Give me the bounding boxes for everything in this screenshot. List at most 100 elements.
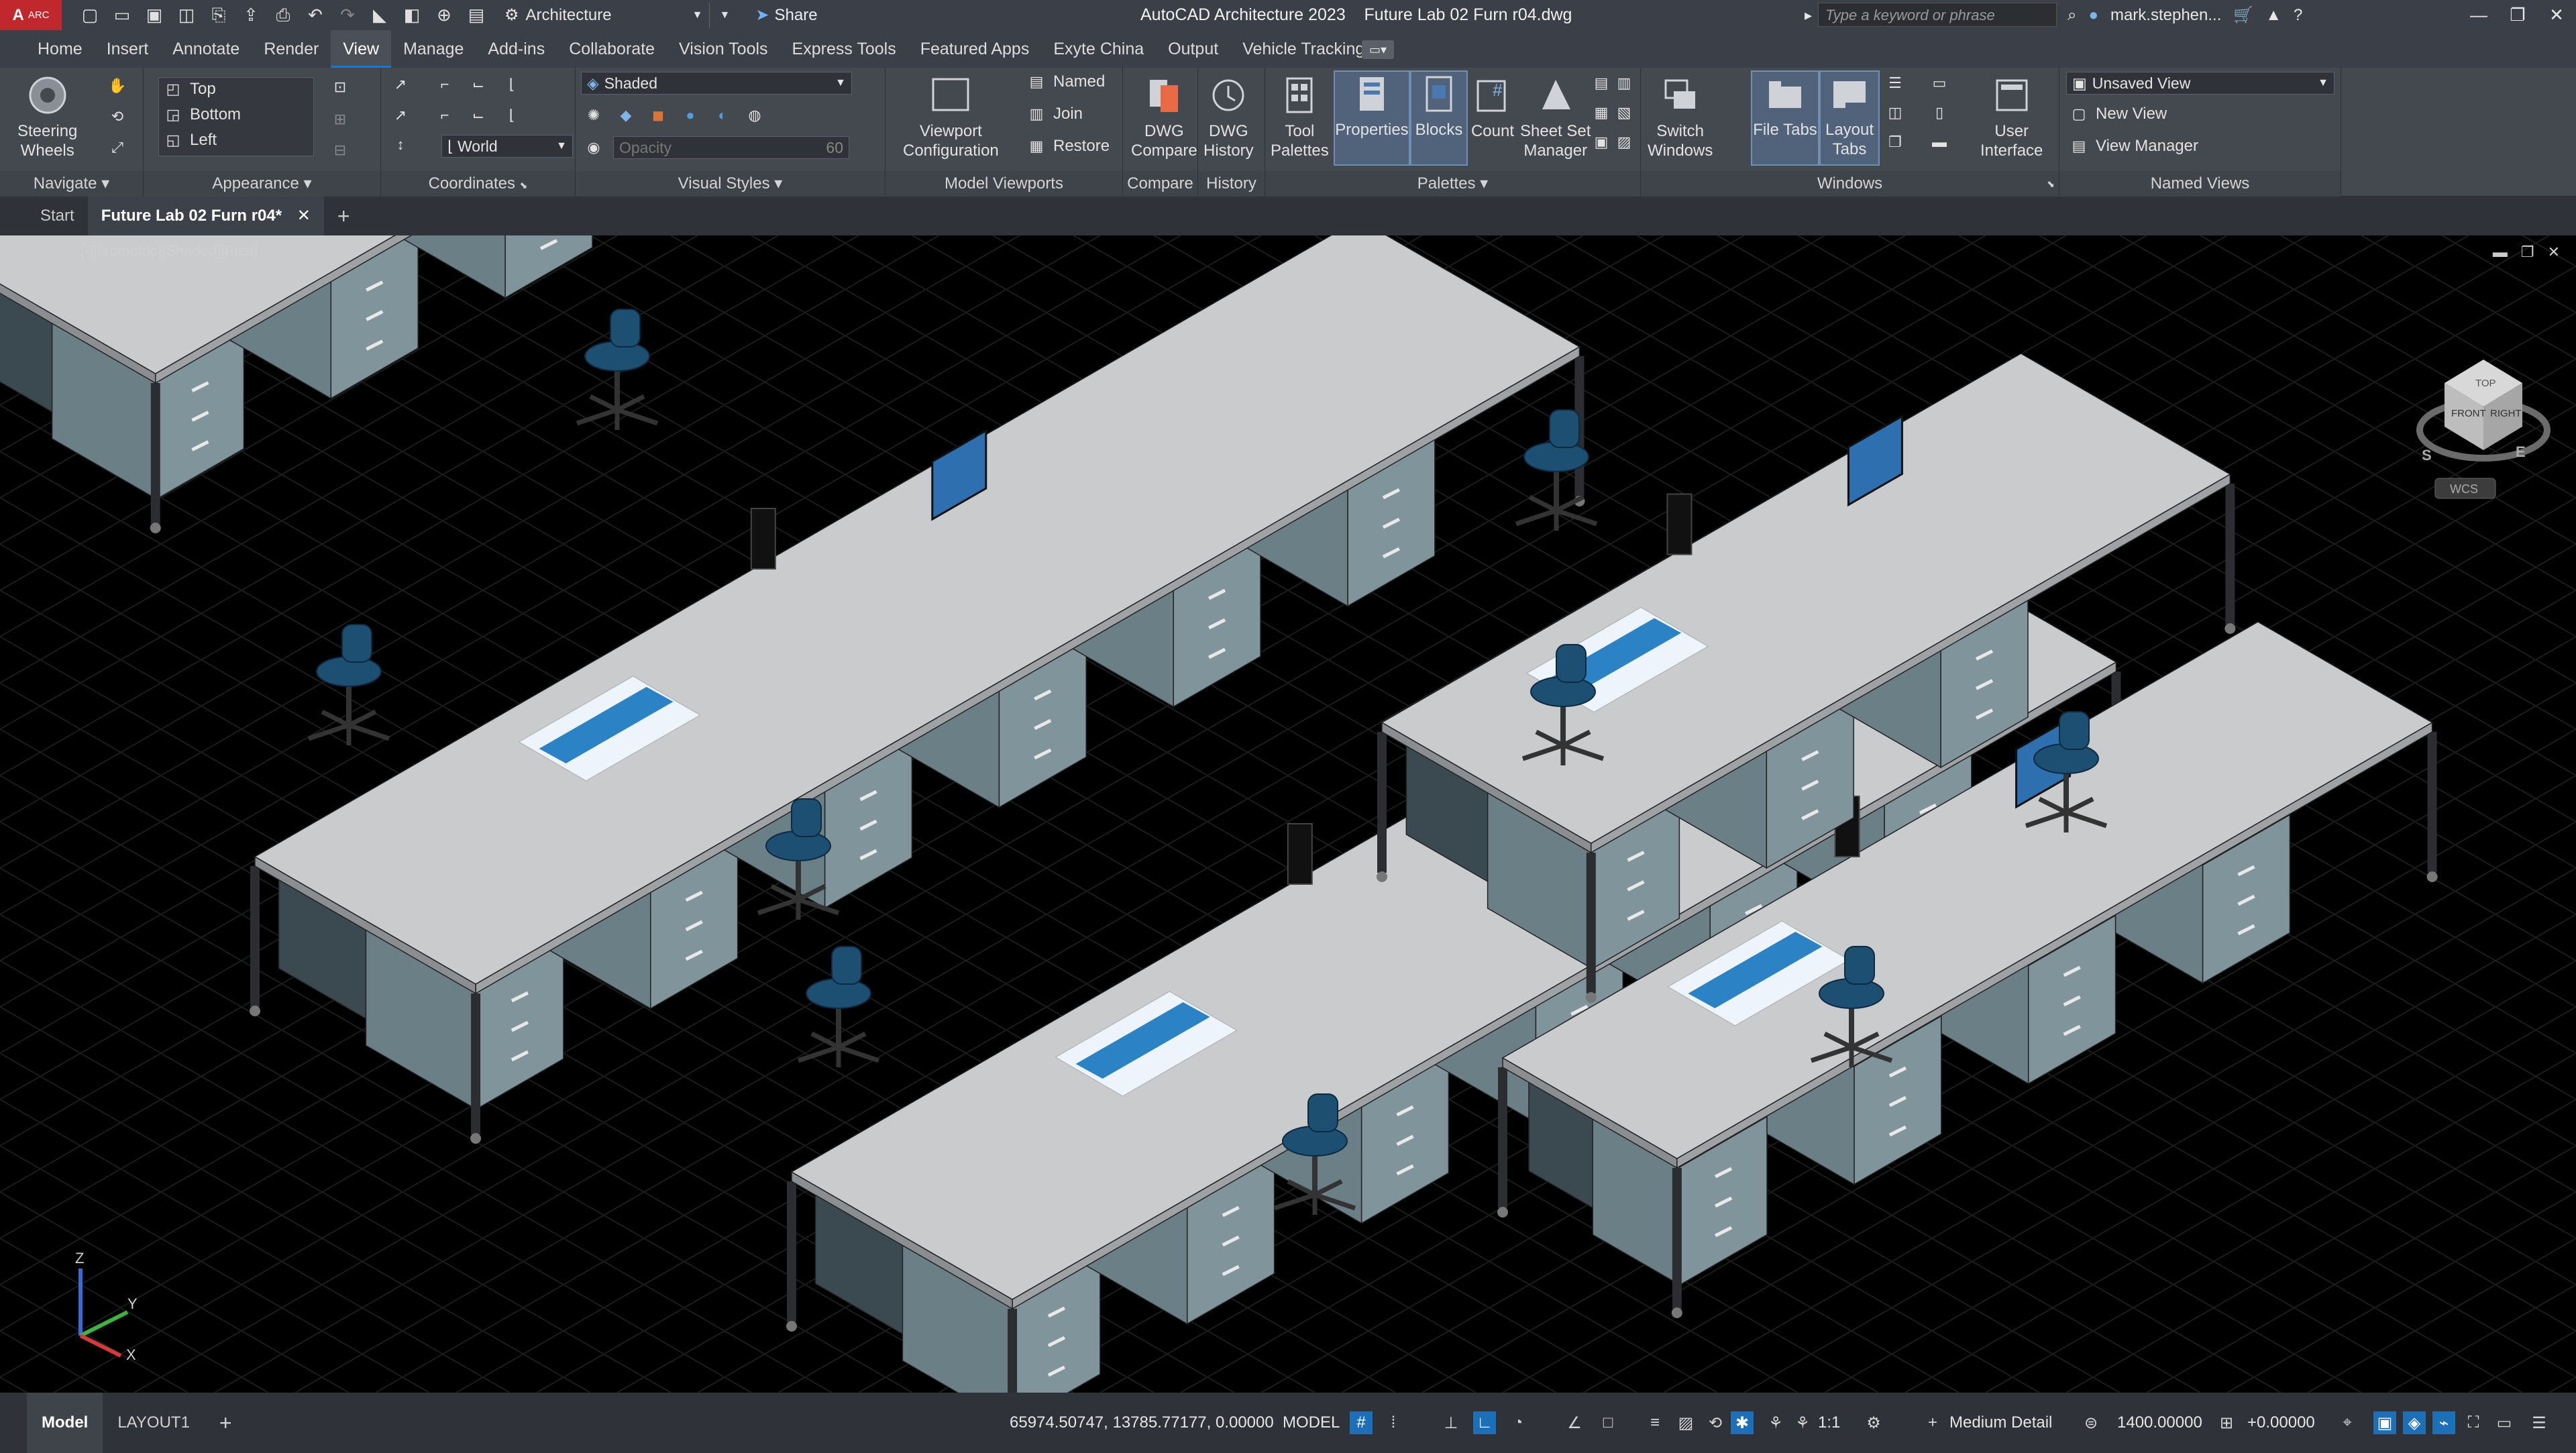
ortho-icon[interactable]: ∟: [1473, 1411, 1496, 1434]
layer-properties-icon[interactable]: ▤: [1591, 73, 1611, 93]
ucs-x-icon[interactable]: ⌊: [502, 74, 522, 95]
restore-icon[interactable]: ❐: [2498, 0, 2537, 30]
layout1-tab[interactable]: LAYOUT1: [103, 1393, 205, 1453]
tab-add-ins[interactable]: Add-ins: [476, 30, 557, 68]
model-tab[interactable]: Model: [27, 1393, 103, 1453]
workspace-gear-icon[interactable]: ⚙: [1862, 1411, 1885, 1434]
tab-exyte-china[interactable]: Exyte China: [1041, 30, 1156, 68]
markup-icon[interactable]: ▥: [1614, 73, 1634, 93]
compass-south[interactable]: S: [2422, 447, 2432, 464]
tab-vision-tools[interactable]: Vision Tools: [667, 30, 780, 68]
minimize-icon[interactable]: —: [2459, 0, 2498, 30]
tab-home[interactable]: Home: [25, 30, 95, 68]
tile-vertical-icon[interactable]: ◫: [1885, 103, 1905, 123]
redo-icon[interactable]: ↷: [333, 3, 362, 28]
appearance-panel-title[interactable]: Appearance ▾: [144, 171, 380, 197]
dwg-compare-button[interactable]: DWG Compare: [1131, 73, 1197, 160]
annotation-monitor-icon[interactable]: +: [1921, 1411, 1944, 1434]
file-tabs-button[interactable]: File Tabs: [1751, 70, 1819, 166]
elevation-offset[interactable]: +0.00000: [2247, 1393, 2315, 1453]
toolbar-icon[interactable]: ▯: [1929, 103, 1949, 123]
layout-tabs-button[interactable]: Layout Tabs: [1819, 70, 1880, 166]
snap-icon[interactable]: ⁞: [1382, 1411, 1405, 1434]
new-view-button[interactable]: ▢ New View: [2069, 104, 2167, 124]
export-icon[interactable]: ⇪: [236, 3, 266, 28]
tab-featured-apps[interactable]: Featured Apps: [908, 30, 1042, 68]
autoscale-icon[interactable]: ⚘: [1791, 1411, 1814, 1434]
pan-icon[interactable]: ✋: [107, 76, 127, 96]
switch-windows-button[interactable]: Switch Windows: [1648, 73, 1713, 160]
quick-properties-icon[interactable]: ▭: [2493, 1411, 2516, 1434]
ucs-object-icon[interactable]: ⌐: [435, 105, 455, 125]
external-refs-icon[interactable]: ▨: [1614, 132, 1634, 152]
compass-east[interactable]: E: [2516, 443, 2526, 460]
x-ray-icon[interactable]: ◐: [712, 105, 733, 125]
navigate-panel-title[interactable]: Navigate ▾: [0, 171, 143, 197]
ucs-icon[interactable]: ⊕: [429, 3, 459, 28]
steering-wheels-button[interactable]: Steering Wheels: [17, 73, 77, 160]
face-style-icon[interactable]: ◆: [616, 105, 636, 125]
tile-horizontal-icon[interactable]: ☰: [1885, 73, 1905, 93]
lab-chair[interactable]: [797, 946, 880, 1067]
view-manager-button[interactable]: ▤ View Manager: [2069, 136, 2198, 156]
3d-osnap-icon[interactable]: ✱: [1731, 1411, 1754, 1434]
orbit-icon[interactable]: ⟲: [107, 107, 127, 127]
tab-manage[interactable]: Manage: [391, 30, 476, 68]
ucs-face-icon[interactable]: ⌙: [468, 105, 488, 125]
model-space-3d-scene[interactable]: [0, 235, 2576, 1393]
viewport-restore-icon[interactable]: ❐: [2521, 244, 2534, 261]
cascade-icon[interactable]: ❐: [1885, 132, 1905, 152]
tab-view[interactable]: View: [331, 30, 392, 68]
named-view-dropdown[interactable]: ▣ Unsaved View ▼: [2066, 72, 2334, 95]
new-file-icon[interactable]: ▢: [75, 3, 105, 28]
lighting-icon[interactable]: ◼: [648, 105, 668, 125]
count-button[interactable]: # Count: [1468, 73, 1517, 141]
cursor-coordinates[interactable]: 65974.50747, 13785.77177, 0.00000: [1010, 1393, 1274, 1453]
nav-bar-toggle-icon[interactable]: ⊞: [330, 109, 350, 129]
sheet-set-manager-button[interactable]: Sheet Set Manager: [1520, 73, 1591, 160]
palettes-panel-title[interactable]: Palettes ▾: [1265, 171, 1640, 197]
polar-icon[interactable]: ◔: [1507, 1411, 1529, 1434]
infer-constraints-icon[interactable]: ⊥: [1440, 1411, 1462, 1434]
ucs-dropdown[interactable]: ⌊ World ▼: [441, 135, 573, 158]
tab-annotate[interactable]: Annotate: [160, 30, 252, 68]
customization-menu-icon[interactable]: ☰: [2528, 1411, 2551, 1434]
viewport-configuration-button[interactable]: Viewport Configuration: [903, 73, 999, 160]
tab-render[interactable]: Render: [252, 30, 331, 68]
viewport-close-icon[interactable]: ✕: [2548, 244, 2560, 261]
lab-chair[interactable]: [307, 624, 390, 745]
ucs-origin-icon[interactable]: ⌐: [435, 74, 455, 95]
layer-icon[interactable]: ◧: [397, 3, 427, 28]
tab-vehicle-tracking[interactable]: Vehicle Tracking: [1230, 30, 1377, 68]
isolate-objects-icon[interactable]: ⌖: [2336, 1411, 2359, 1434]
isodraft-icon[interactable]: ∠: [1563, 1411, 1586, 1434]
tab-collaborate[interactable]: Collaborate: [557, 30, 667, 68]
viewcube-toggle-icon[interactable]: ⊡: [330, 77, 350, 97]
hardware-acceleration-icon[interactable]: ▣: [2373, 1411, 2396, 1434]
detail-level[interactable]: Medium Detail: [1949, 1393, 2052, 1453]
ribbon-display-toggle[interactable]: ▭▾: [1362, 40, 1394, 59]
ucs-y-icon[interactable]: ⌊: [502, 105, 522, 125]
edge-effects-icon[interactable]: ✺: [584, 105, 604, 125]
drawing-viewport[interactable]: [-][Isometric][Shaded][Fast] ▬ ❐ ✕ TOP F…: [0, 235, 2576, 1393]
surface-hatch-icon[interactable]: ⊞: [2215, 1411, 2238, 1434]
material-icon[interactable]: ◍: [745, 105, 765, 125]
tab-express-tools[interactable]: Express Tools: [780, 30, 908, 68]
dwg-history-button[interactable]: DWG History: [1203, 73, 1254, 160]
search-expand-icon[interactable]: ▸: [1805, 0, 1812, 30]
tab-output[interactable]: Output: [1156, 30, 1230, 68]
share-button[interactable]: ➤ Share: [755, 5, 817, 25]
osnap-icon[interactable]: □: [1597, 1411, 1619, 1434]
autodesk-a360-icon[interactable]: ▲: [2265, 6, 2282, 25]
user-name[interactable]: mark.stephen...: [2110, 6, 2221, 25]
workspace-switcher[interactable]: ⚙ Architecture ▼: [498, 2, 710, 28]
view-item-top[interactable]: ◰ Top: [163, 79, 216, 99]
add-layout-button[interactable]: +: [205, 1393, 247, 1453]
search-input[interactable]: Type a keyword or phrase: [1818, 3, 2057, 27]
view-item-bottom[interactable]: ◲ Bottom: [163, 105, 241, 125]
quickcalc-icon[interactable]: ▧: [1614, 103, 1634, 123]
elevation-value[interactable]: 1400.00000: [2117, 1393, 2202, 1453]
cart-icon[interactable]: 🛒: [2233, 5, 2253, 25]
ucs-3point-icon[interactable]: ⌙: [468, 74, 488, 95]
lab-bench-back-left[interactable]: [0, 235, 858, 533]
